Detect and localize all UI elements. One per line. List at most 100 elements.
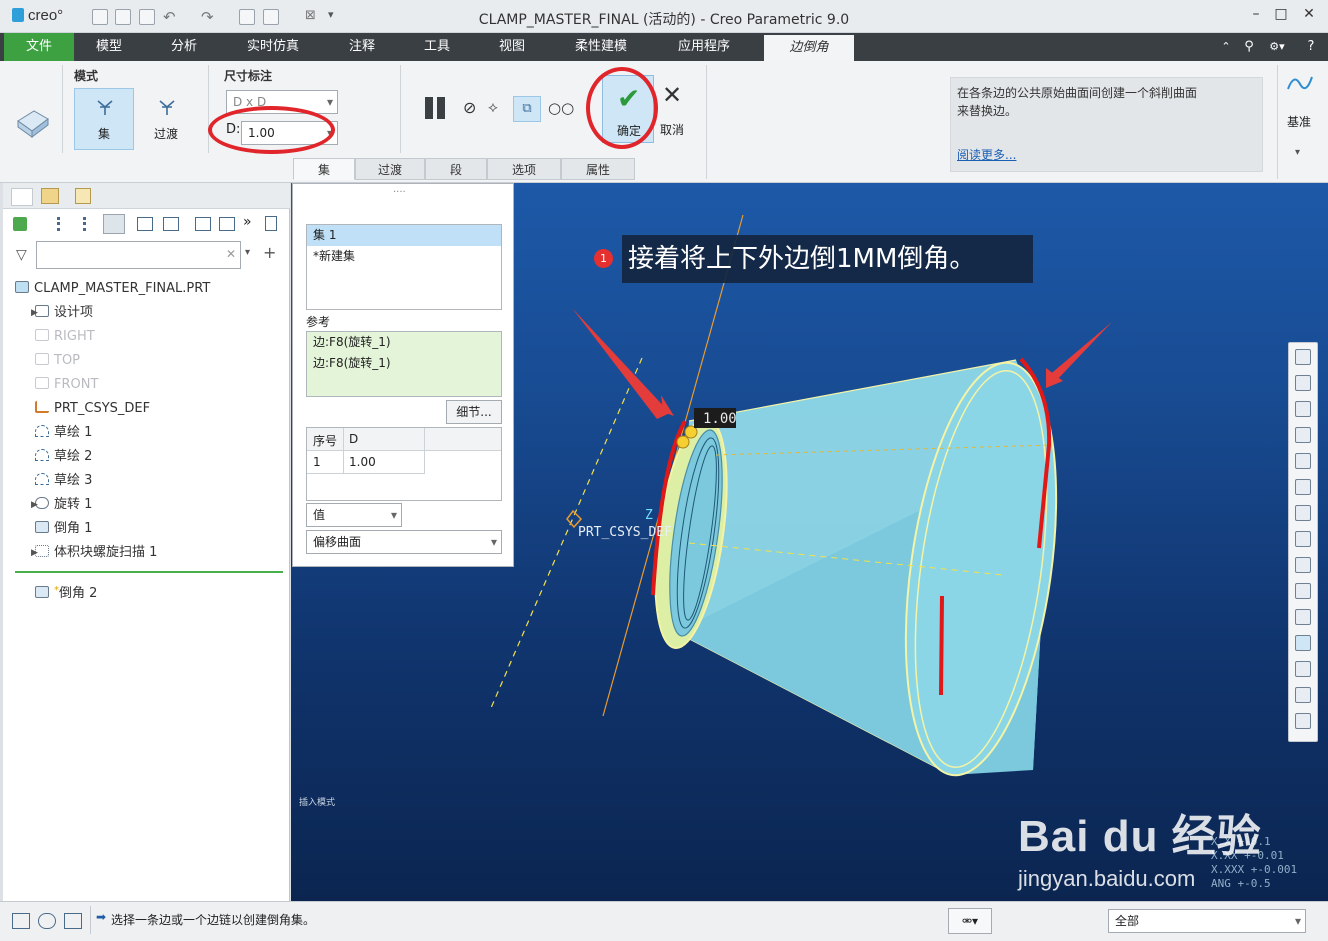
tree-item-sketch-1[interactable]: 草绘 1 <box>35 422 92 444</box>
help-icon[interactable]: ? <box>1303 33 1319 61</box>
row-d-cell[interactable]: 1.00 <box>349 455 376 469</box>
tree-item-top[interactable]: TOP <box>35 350 80 372</box>
appearance-icon[interactable] <box>1295 713 1311 729</box>
reference-item[interactable]: 边:F8(旋转_1) <box>307 353 501 374</box>
settings-icon[interactable]: ⚙▾ <box>1264 33 1290 61</box>
sketch-icon <box>35 425 49 437</box>
collapse-ribbon-icon[interactable]: ⌃ <box>1218 33 1234 61</box>
reference-item[interactable]: 边:F8(旋转_1) <box>307 332 501 353</box>
tree-item-chamfer-2[interactable]: *倒角 2 <box>35 580 97 602</box>
tab-annotate[interactable]: 注释 <box>333 33 391 61</box>
tab-analysis[interactable]: 分析 <box>155 33 213 61</box>
details-button[interactable]: 细节... <box>446 400 502 424</box>
tree-columns-icon[interactable] <box>83 217 99 231</box>
tab-view[interactable]: 视图 <box>483 33 541 61</box>
annotation-display-icon[interactable] <box>1295 609 1311 625</box>
preview-icon[interactable]: ⟡ <box>488 98 498 116</box>
datum-label[interactable]: 基准 <box>1287 113 1311 130</box>
status-message: 选择一条边或一个边链以创建倒角集。 <box>111 913 316 927</box>
tree-item-csys[interactable]: PRT_CSYS_DEF <box>35 398 150 420</box>
tree-item-front[interactable]: FRONT <box>35 374 98 396</box>
smart-filter-icon[interactable]: ⚮▾ <box>948 908 992 934</box>
tree-item-chamfer-1[interactable]: 倒角 1 <box>35 518 92 540</box>
tab-options[interactable]: 选项 <box>487 158 561 180</box>
close-button[interactable]: ✕ <box>1296 6 1322 28</box>
layers-icon[interactable] <box>163 217 179 231</box>
tree-root[interactable]: CLAMP_MASTER_FINAL.PRT <box>15 278 210 300</box>
add-filter-icon[interactable]: + <box>263 243 276 262</box>
pause-animation-icon[interactable] <box>1295 687 1311 703</box>
search-icon[interactable]: ⚲ <box>1240 33 1258 61</box>
spin-center-icon[interactable] <box>1295 635 1311 651</box>
transition-mode-button[interactable]: 过渡 <box>136 88 196 150</box>
tree-filter-icon[interactable] <box>57 217 73 231</box>
sets-list[interactable]: 集 1 *新建集 <box>306 224 502 310</box>
new-set-item[interactable]: *新建集 <box>307 246 501 267</box>
no-preview-icon[interactable]: ⊘ <box>463 98 476 117</box>
datum-display-icon[interactable] <box>1295 583 1311 599</box>
zoom-out-icon[interactable] <box>1295 401 1311 417</box>
folder-browser-icon[interactable] <box>41 188 59 204</box>
value-type-select[interactable]: 值 <box>306 503 402 527</box>
tab-edge-chamfer[interactable]: 边倒角 <box>764 35 854 61</box>
offset-surface-select[interactable]: 偏移曲面 <box>306 530 502 554</box>
favorites-icon[interactable] <box>75 188 91 204</box>
section-icon[interactable] <box>1295 557 1311 573</box>
verify-glasses-icon[interactable]: ○○ <box>548 99 574 117</box>
more-icon[interactable]: » <box>243 214 252 230</box>
tab-applications[interactable]: 应用程序 <box>667 33 741 61</box>
perspective-icon[interactable] <box>1295 531 1311 547</box>
datum-curve-icon[interactable] <box>1286 71 1314 97</box>
toggle-navigator-icon[interactable] <box>12 913 30 929</box>
cancel-button[interactable]: ✕ 取消 <box>658 75 694 143</box>
tree-settings-icon[interactable] <box>103 214 125 234</box>
zoom-in-icon[interactable] <box>1295 375 1311 391</box>
drag-handle[interactable] <box>676 435 690 449</box>
tab-simulation[interactable]: 实时仿真 <box>236 33 310 61</box>
tree-item-design-items[interactable]: ▶ 设计项 <box>31 302 93 324</box>
insert-here-marker[interactable] <box>15 571 283 573</box>
maximize-button[interactable]: □ <box>1268 6 1294 28</box>
tree-item-sketch-2[interactable]: 草绘 2 <box>35 446 92 468</box>
panel-grip[interactable]: .... <box>393 184 406 195</box>
expand-all-icon[interactable] <box>195 217 211 231</box>
minimize-button[interactable]: – <box>1243 6 1269 28</box>
show-icon[interactable] <box>13 217 27 231</box>
tree-item-revolve-1[interactable]: ▶ 旋转 1 <box>31 494 92 516</box>
refit-icon[interactable] <box>1295 349 1311 365</box>
tab-sets[interactable]: 集 <box>293 158 355 180</box>
datum-dropdown-icon[interactable]: ▾ <box>1295 147 1300 158</box>
notes-icon[interactable] <box>265 216 277 231</box>
full-screen-icon[interactable] <box>64 913 82 929</box>
search-options-icon[interactable]: ▾ <box>245 247 250 258</box>
tab-properties[interactable]: 属性 <box>561 158 635 180</box>
set-1-item[interactable]: 集 1 <box>307 225 501 246</box>
selection-filter-select[interactable]: 全部 <box>1108 909 1306 933</box>
repaint-icon[interactable] <box>1295 427 1311 443</box>
tree-item-sketch-3[interactable]: 草绘 3 <box>35 470 92 492</box>
tree-item-helical-sweep-1[interactable]: ▶ 体积块螺旋扫描 1 <box>31 542 157 564</box>
tab-tools[interactable]: 工具 <box>408 33 466 61</box>
view-manager-icon[interactable] <box>1295 505 1311 521</box>
references-list[interactable]: 边:F8(旋转_1) 边:F8(旋转_1) <box>306 331 502 397</box>
clear-search-icon[interactable]: ✕ <box>226 247 236 261</box>
csys-display-icon[interactable] <box>1295 661 1311 677</box>
set-mode-button[interactable]: 集 <box>74 88 134 150</box>
pause-icon[interactable] <box>425 97 433 119</box>
geometry-preview-icon[interactable]: ⧉ <box>513 96 541 122</box>
insert-mode-icon[interactable] <box>137 217 153 231</box>
tree-search-input[interactable]: ✕ <box>36 241 241 269</box>
tab-model[interactable]: 模型 <box>80 33 138 61</box>
browser-icon[interactable] <box>38 913 56 929</box>
tab-pieces[interactable]: 段 <box>425 158 487 180</box>
tab-flexible-modeling[interactable]: 柔性建模 <box>564 33 638 61</box>
tab-transitions[interactable]: 过渡 <box>355 158 425 180</box>
display-style-icon[interactable] <box>1295 453 1311 469</box>
saved-orientations-icon[interactable] <box>1295 479 1311 495</box>
tab-file[interactable]: 文件 <box>4 33 74 61</box>
read-more-link[interactable]: 阅读更多... <box>957 146 1016 164</box>
collapse-all-icon[interactable] <box>219 217 235 231</box>
model-tree-tab-icon[interactable] <box>11 188 33 206</box>
tree-item-right[interactable]: RIGHT <box>35 326 95 348</box>
dimension-tag[interactable]: 1.00 <box>703 411 737 427</box>
